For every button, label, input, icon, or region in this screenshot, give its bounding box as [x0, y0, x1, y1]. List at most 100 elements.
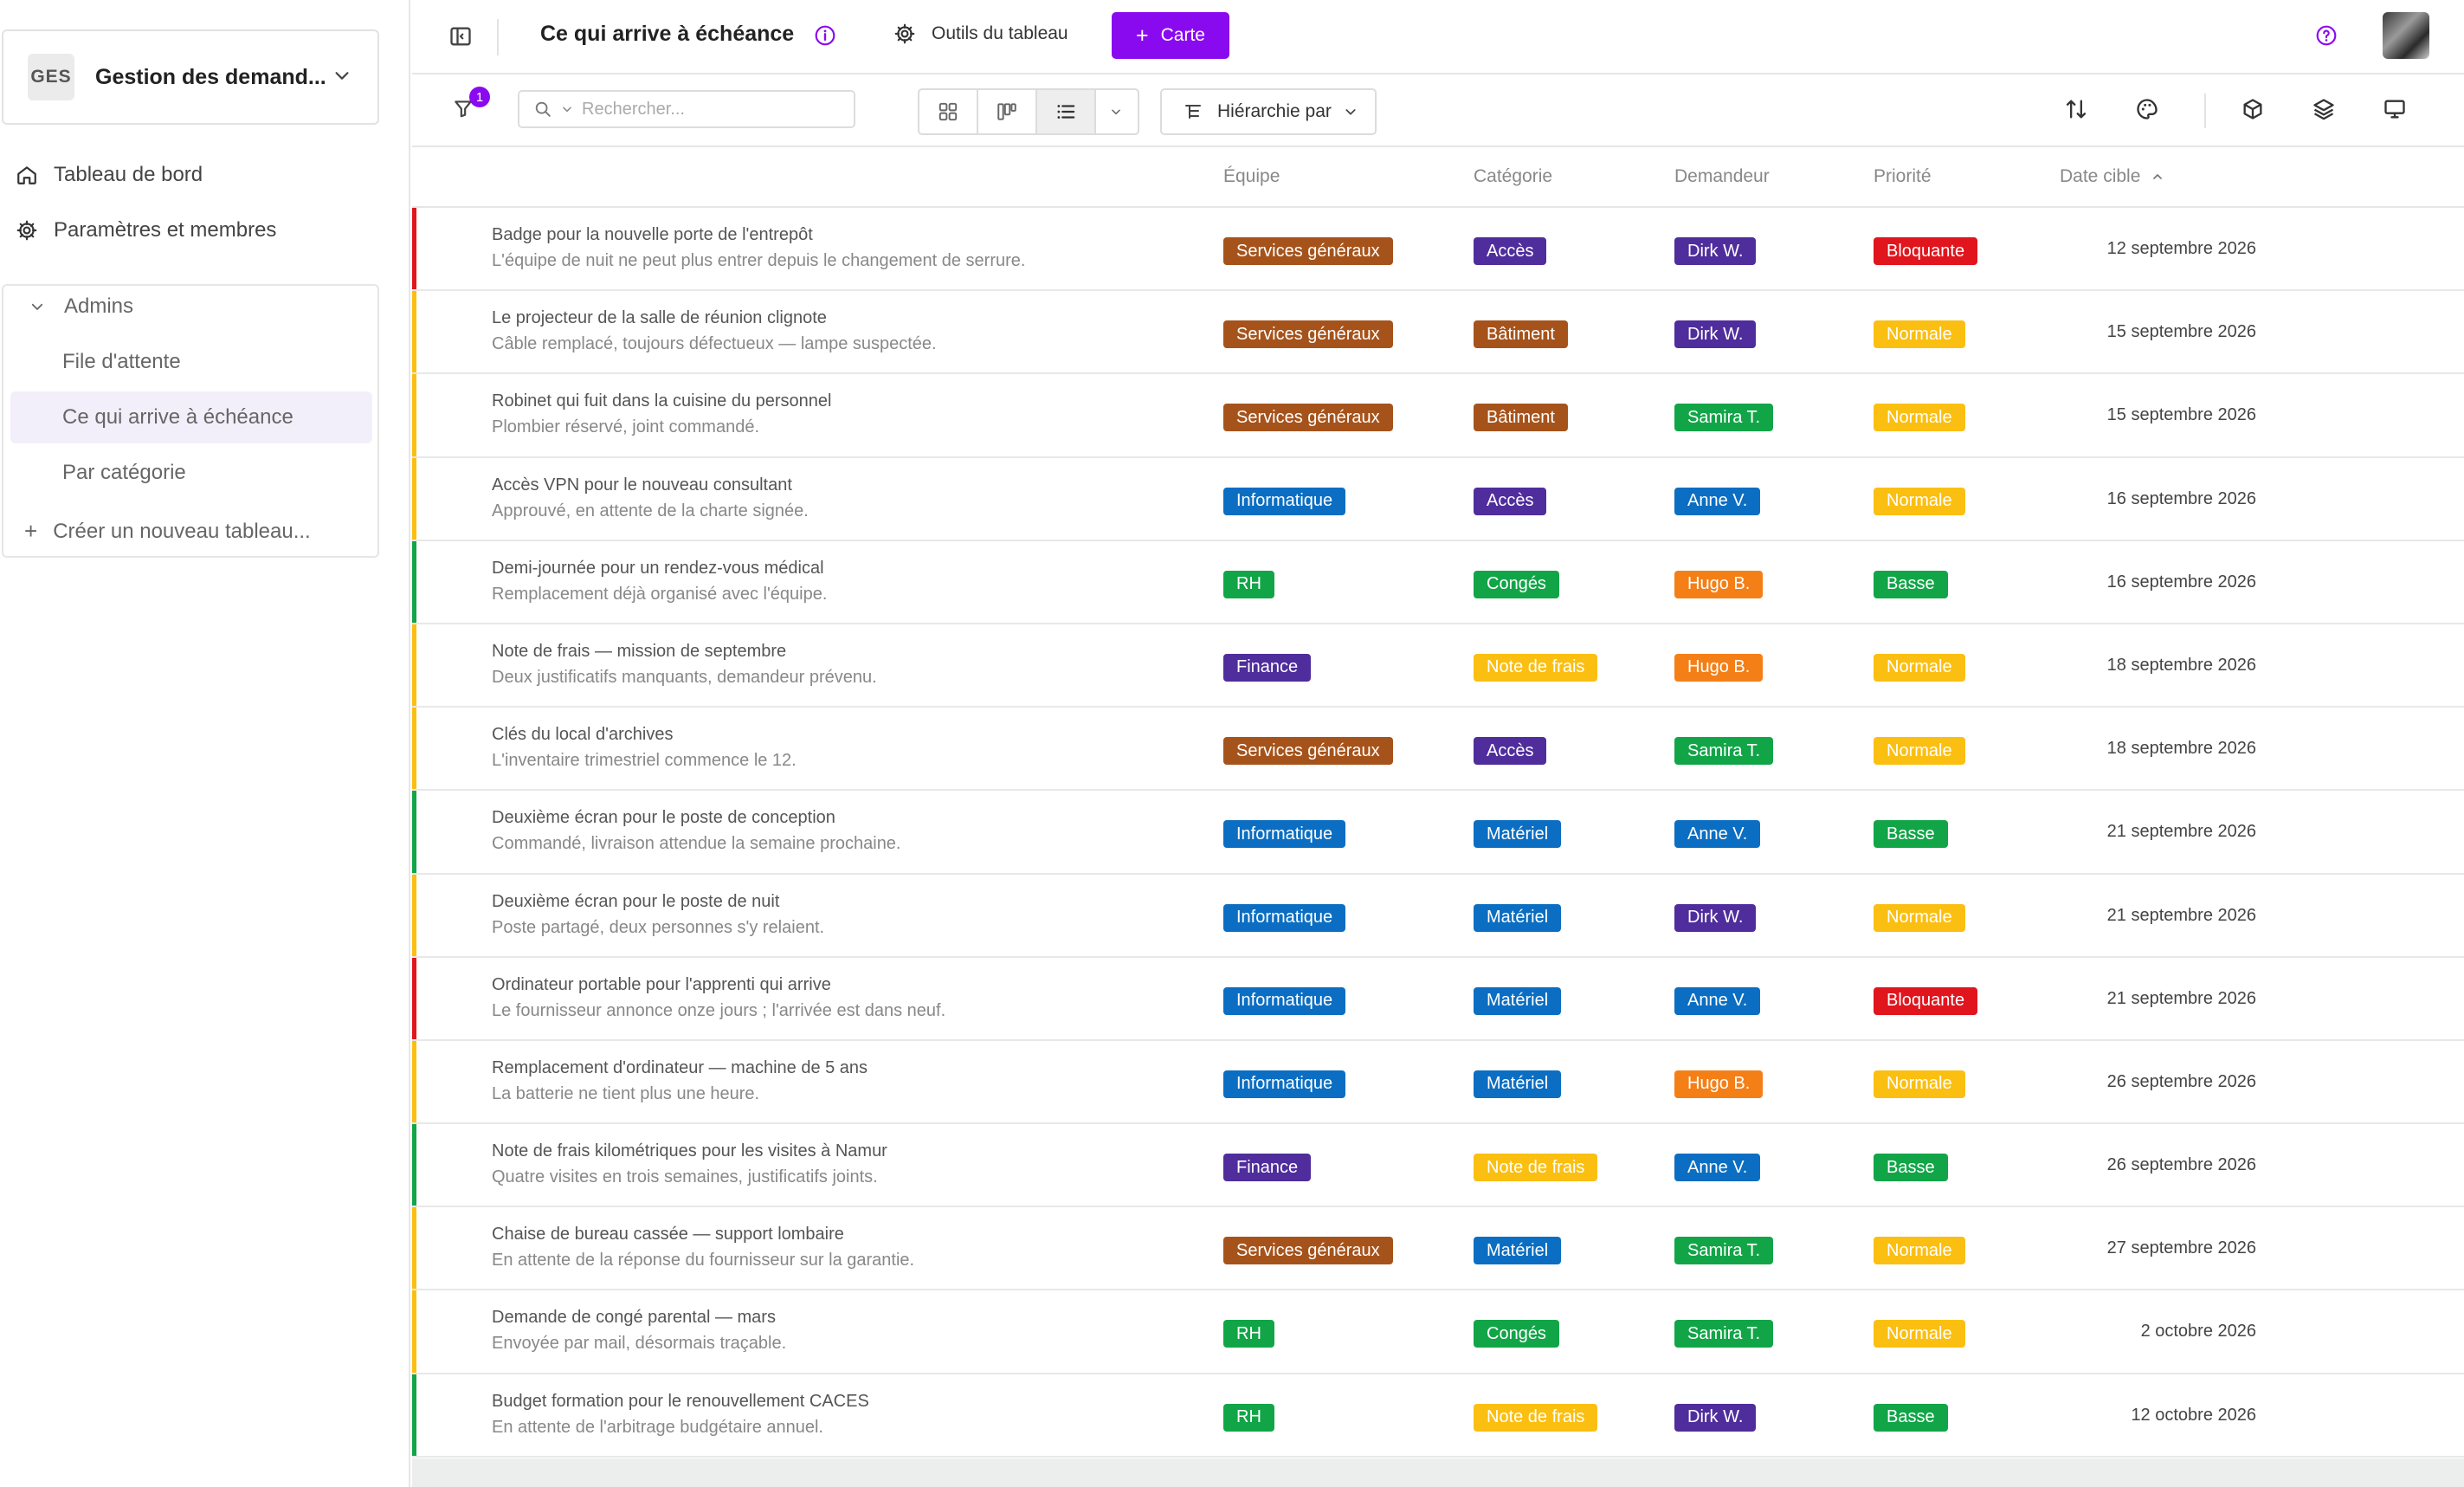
- row-title[interactable]: Demande de congé parental — mars: [492, 1308, 776, 1328]
- requester-tag[interactable]: Dirk W.: [1674, 1403, 1757, 1432]
- category-tag[interactable]: Bâtiment: [1474, 320, 1568, 349]
- category-tag[interactable]: Accès: [1474, 237, 1547, 265]
- priority-tag[interactable]: Basse: [1874, 1154, 1948, 1182]
- table-row[interactable]: Robinet qui fuit dans la cuisine du pers…: [412, 374, 2464, 458]
- requester-tag[interactable]: Dirk W.: [1674, 237, 1757, 265]
- search-input[interactable]: [582, 99, 824, 120]
- priority-tag[interactable]: Bloquante: [1874, 237, 1978, 265]
- nav-settings[interactable]: Paramètres et membres: [16, 218, 276, 242]
- row-title[interactable]: Deuxième écran pour le poste de nuit: [492, 892, 779, 912]
- table-row[interactable]: Deuxième écran pour le poste de concepti…: [412, 791, 2464, 875]
- view-list-button[interactable]: [1037, 90, 1096, 133]
- requester-tag[interactable]: Dirk W.: [1674, 903, 1757, 932]
- workspace-switcher[interactable]: GES Gestion des demand...: [2, 29, 379, 125]
- category-tag[interactable]: Matériel: [1474, 820, 1562, 849]
- view-options-button[interactable]: [1096, 90, 1136, 133]
- team-tag[interactable]: Services généraux: [1223, 237, 1393, 265]
- requester-tag[interactable]: Hugo B.: [1674, 1070, 1764, 1098]
- category-tag[interactable]: Bâtiment: [1474, 404, 1568, 432]
- row-title[interactable]: Note de frais kilométriques pour les vis…: [492, 1141, 887, 1161]
- team-tag[interactable]: Services généraux: [1223, 320, 1393, 349]
- requester-tag[interactable]: Anne V.: [1674, 820, 1761, 849]
- table-row[interactable]: Remplacement d'ordinateur — machine de 5…: [412, 1040, 2464, 1125]
- category-tag[interactable]: Note de frais: [1474, 1154, 1598, 1182]
- nav-dashboard[interactable]: Tableau de bord: [16, 163, 203, 187]
- priority-tag[interactable]: Basse: [1874, 820, 1948, 849]
- category-tag[interactable]: Matériel: [1474, 986, 1562, 1015]
- search-box[interactable]: [518, 90, 855, 128]
- column-header-requester[interactable]: Demandeur: [1674, 166, 1770, 187]
- team-tag[interactable]: Informatique: [1223, 986, 1346, 1015]
- row-title[interactable]: Accès VPN pour le nouveau consultant: [492, 475, 792, 495]
- category-tag[interactable]: Congés: [1474, 1320, 1559, 1348]
- requester-tag[interactable]: Anne V.: [1674, 487, 1761, 515]
- team-tag[interactable]: Finance: [1223, 1154, 1312, 1182]
- team-tag[interactable]: Services généraux: [1223, 1237, 1393, 1265]
- palette-icon[interactable]: [2135, 97, 2159, 121]
- table-row[interactable]: Le projecteur de la salle de réunion cli…: [412, 291, 2464, 375]
- priority-tag[interactable]: Normale: [1874, 903, 1965, 932]
- board-tools-button[interactable]: Outils du tableau: [893, 23, 1068, 45]
- row-title[interactable]: Deuxième écran pour le poste de concepti…: [492, 808, 835, 828]
- requester-tag[interactable]: Samira T.: [1674, 1237, 1774, 1265]
- team-tag[interactable]: RH: [1223, 570, 1274, 598]
- create-board-button[interactable]: + Créer un nouveau tableau...: [24, 518, 311, 545]
- requester-tag[interactable]: Samira T.: [1674, 404, 1774, 432]
- row-title[interactable]: Note de frais — mission de septembre: [492, 642, 786, 662]
- row-title[interactable]: Chaise de bureau cassée — support lombai…: [492, 1225, 844, 1245]
- sidebar-toggle-icon[interactable]: [448, 24, 473, 48]
- row-title[interactable]: Badge pour la nouvelle porte de l'entrep…: [492, 225, 813, 245]
- requester-tag[interactable]: Dirk W.: [1674, 320, 1757, 349]
- team-tag[interactable]: Informatique: [1223, 1070, 1346, 1098]
- board-group-toggle[interactable]: Admins: [29, 294, 133, 319]
- table-row[interactable]: Note de frais kilométriques pour les vis…: [412, 1124, 2464, 1208]
- table-row[interactable]: Note de frais — mission de septembre Deux…: [412, 624, 2464, 708]
- category-tag[interactable]: Note de frais: [1474, 653, 1598, 682]
- priority-tag[interactable]: Normale: [1874, 404, 1965, 432]
- requester-tag[interactable]: Anne V.: [1674, 1154, 1761, 1182]
- priority-tag[interactable]: Normale: [1874, 653, 1965, 682]
- sidebar-item-queue[interactable]: File d'attente: [10, 336, 372, 388]
- team-tag[interactable]: Informatique: [1223, 487, 1346, 515]
- column-header-team[interactable]: Équipe: [1223, 166, 1280, 187]
- priority-tag[interactable]: Basse: [1874, 570, 1948, 598]
- table-row[interactable]: Badge pour la nouvelle porte de l'entrep…: [412, 208, 2464, 292]
- column-header-priority[interactable]: Priorité: [1874, 166, 1932, 187]
- help-icon[interactable]: [2315, 24, 2338, 47]
- info-icon[interactable]: [814, 24, 836, 47]
- requester-tag[interactable]: Hugo B.: [1674, 653, 1764, 682]
- row-title[interactable]: Clés du local d'archives: [492, 725, 673, 745]
- row-title[interactable]: Le projecteur de la salle de réunion cli…: [492, 308, 827, 328]
- row-title[interactable]: Remplacement d'ordinateur — machine de 5…: [492, 1058, 868, 1078]
- category-tag[interactable]: Accès: [1474, 737, 1547, 766]
- sidebar-item-by-category[interactable]: Par catégorie: [10, 447, 372, 499]
- team-tag[interactable]: Services généraux: [1223, 404, 1393, 432]
- table-row[interactable]: Demande de congé parental — mars Envoyée …: [412, 1290, 2464, 1374]
- table-row[interactable]: Deuxième écran pour le poste de nuit Post…: [412, 874, 2464, 958]
- row-title[interactable]: Budget formation pour le renouvellement …: [492, 1392, 869, 1412]
- priority-tag[interactable]: Normale: [1874, 737, 1965, 766]
- team-tag[interactable]: Informatique: [1223, 820, 1346, 849]
- priority-tag[interactable]: Normale: [1874, 487, 1965, 515]
- requester-tag[interactable]: Hugo B.: [1674, 570, 1764, 598]
- team-tag[interactable]: RH: [1223, 1403, 1274, 1432]
- view-kanban-button[interactable]: [978, 90, 1037, 133]
- category-tag[interactable]: Matériel: [1474, 903, 1562, 932]
- priority-tag[interactable]: Normale: [1874, 1070, 1965, 1098]
- monitor-icon[interactable]: [2383, 97, 2407, 121]
- priority-tag[interactable]: Basse: [1874, 1403, 1948, 1432]
- requester-tag[interactable]: Samira T.: [1674, 1320, 1774, 1348]
- team-tag[interactable]: Services généraux: [1223, 737, 1393, 766]
- priority-tag[interactable]: Normale: [1874, 1237, 1965, 1265]
- table-row[interactable]: Accès VPN pour le nouveau consultant Appr…: [412, 457, 2464, 541]
- sidebar-item-due[interactable]: Ce qui arrive à échéance: [10, 391, 372, 443]
- category-tag[interactable]: Congés: [1474, 570, 1559, 598]
- category-tag[interactable]: Matériel: [1474, 1237, 1562, 1265]
- sort-icon[interactable]: [2064, 97, 2088, 121]
- row-title[interactable]: Robinet qui fuit dans la cuisine du pers…: [492, 391, 831, 411]
- table-row[interactable]: Clés du local d'archives L'inventaire tri…: [412, 708, 2464, 792]
- table-row[interactable]: Ordinateur portable pour l'apprenti qui …: [412, 957, 2464, 1041]
- priority-tag[interactable]: Normale: [1874, 320, 1965, 349]
- requester-tag[interactable]: Samira T.: [1674, 737, 1774, 766]
- team-tag[interactable]: RH: [1223, 1320, 1274, 1348]
